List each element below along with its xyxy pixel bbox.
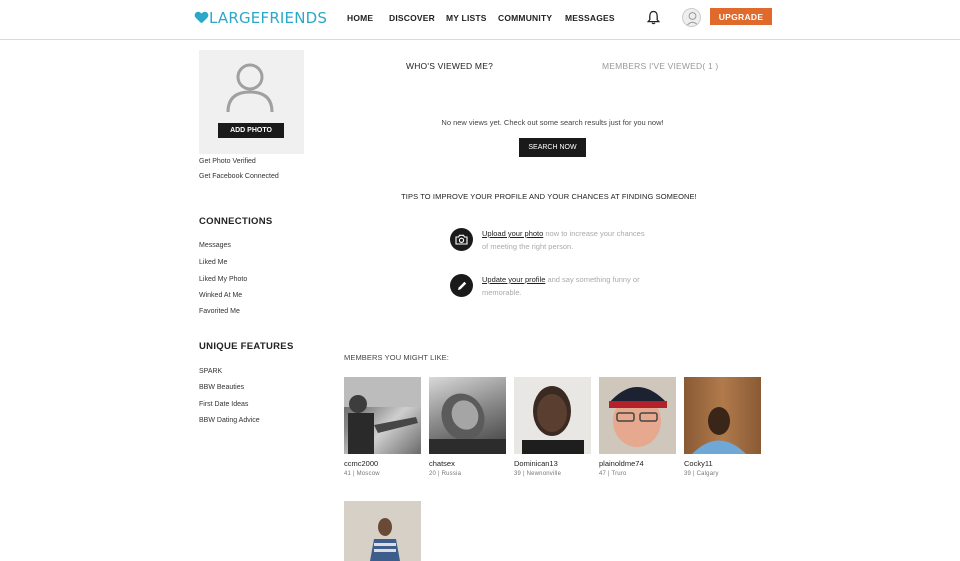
- sidebar-item-first-date-ideas[interactable]: First Date Ideas: [199, 401, 248, 408]
- member-age-location: 39 | Newnonville: [514, 471, 562, 477]
- tab-members-ive-viewed[interactable]: MEMBERS I'VE VIEWED( 1 ): [602, 61, 718, 71]
- add-photo-button[interactable]: ADD PHOTO: [218, 123, 284, 138]
- member-card-chatsex[interactable]: chatsex 20 | Russia: [429, 377, 506, 477]
- nav-discover[interactable]: DISCOVER: [389, 13, 435, 23]
- member-photo[interactable]: [344, 501, 421, 561]
- member-card-cocky11[interactable]: Cocky11 39 | Calgary: [684, 377, 761, 477]
- member-card-plainoldme74[interactable]: plainoldme74 47 | Truro: [599, 377, 676, 477]
- member-photo[interactable]: [429, 377, 506, 454]
- tips-heading: TIPS TO IMPROVE YOUR PROFILE AND YOUR CH…: [401, 192, 697, 201]
- sidebar-item-liked-me[interactable]: Liked Me: [199, 259, 227, 266]
- members-you-might-like-heading: MEMBERS YOU MIGHT LIKE:: [344, 353, 449, 362]
- member-photo[interactable]: [514, 377, 591, 454]
- sidebar-item-bbw-beauties[interactable]: BBW Beauties: [199, 384, 244, 391]
- nav-home[interactable]: HOME: [347, 13, 373, 23]
- member-photo[interactable]: [344, 377, 421, 454]
- nav-community[interactable]: COMMUNITY: [498, 13, 552, 23]
- nav-messages[interactable]: MESSAGES: [565, 13, 615, 23]
- member-age-location: 47 | Truro: [599, 471, 627, 477]
- member-name[interactable]: plainoldme74: [599, 459, 676, 468]
- camera-icon: [450, 228, 473, 251]
- member-name[interactable]: Cocky11: [684, 459, 761, 468]
- update-profile-link[interactable]: Update your profile: [482, 275, 545, 284]
- tip-update-profile: Update your profile and say something fu…: [482, 273, 652, 299]
- member-card-6[interactable]: [344, 501, 421, 561]
- user-avatar-icon[interactable]: [682, 8, 701, 27]
- upgrade-button[interactable]: UPGRADE: [710, 8, 772, 25]
- connections-heading: CONNECTIONS: [199, 216, 273, 227]
- site-logo[interactable]: LARGEFRIENDS: [195, 9, 327, 27]
- member-photo[interactable]: [599, 377, 676, 454]
- unique-features-heading: UNIQUE FEATURES: [199, 341, 294, 352]
- tip-upload-photo: Upload your photo now to increase your c…: [482, 227, 652, 253]
- sidebar-item-winked-at-me[interactable]: Winked At Me: [199, 292, 242, 299]
- bell-icon[interactable]: [647, 10, 660, 25]
- tab-whos-viewed-me[interactable]: WHO'S VIEWED ME?: [406, 61, 493, 71]
- member-name[interactable]: ccmc2000: [344, 459, 421, 468]
- profile-photo-placeholder: ADD PHOTO: [199, 50, 304, 154]
- member-card-ccmc2000[interactable]: ccmc2000 41 | Moscow: [344, 377, 421, 477]
- no-views-message: No new views yet. Check out some search …: [441, 118, 664, 127]
- heart-logo-icon: [195, 12, 207, 24]
- upload-photo-link[interactable]: Upload your photo: [482, 229, 543, 238]
- member-age-location: 39 | Calgary: [684, 471, 719, 477]
- logo-text: LARGEFRIENDS: [209, 9, 328, 27]
- sidebar-item-liked-my-photo[interactable]: Liked My Photo: [199, 276, 247, 283]
- search-now-button[interactable]: SEARCH NOW: [519, 138, 586, 157]
- get-facebook-connected-link[interactable]: Get Facebook Connected: [199, 173, 279, 180]
- sidebar-item-bbw-dating-advice[interactable]: BBW Dating Advice: [199, 417, 260, 424]
- member-name[interactable]: chatsex: [429, 459, 506, 468]
- sidebar-item-messages[interactable]: Messages: [199, 242, 231, 249]
- default-user-icon: [226, 63, 274, 113]
- nav-my-lists[interactable]: MY LISTS: [446, 13, 487, 23]
- top-header: LARGEFRIENDS HOME DISCOVER MY LISTS COMM…: [0, 0, 960, 40]
- member-age-location: 20 | Russia: [429, 471, 462, 477]
- member-photo[interactable]: [684, 377, 761, 454]
- pencil-icon: [450, 274, 473, 297]
- get-photo-verified-link[interactable]: Get Photo Verified: [199, 158, 256, 165]
- sidebar-item-spark[interactable]: SPARK: [199, 368, 222, 375]
- member-card-dominican13[interactable]: Dominican13 39 | Newnonville: [514, 377, 591, 477]
- member-name[interactable]: Dominican13: [514, 459, 591, 468]
- member-age-location: 41 | Moscow: [344, 471, 380, 477]
- sidebar-item-favorited-me[interactable]: Favorited Me: [199, 308, 240, 315]
